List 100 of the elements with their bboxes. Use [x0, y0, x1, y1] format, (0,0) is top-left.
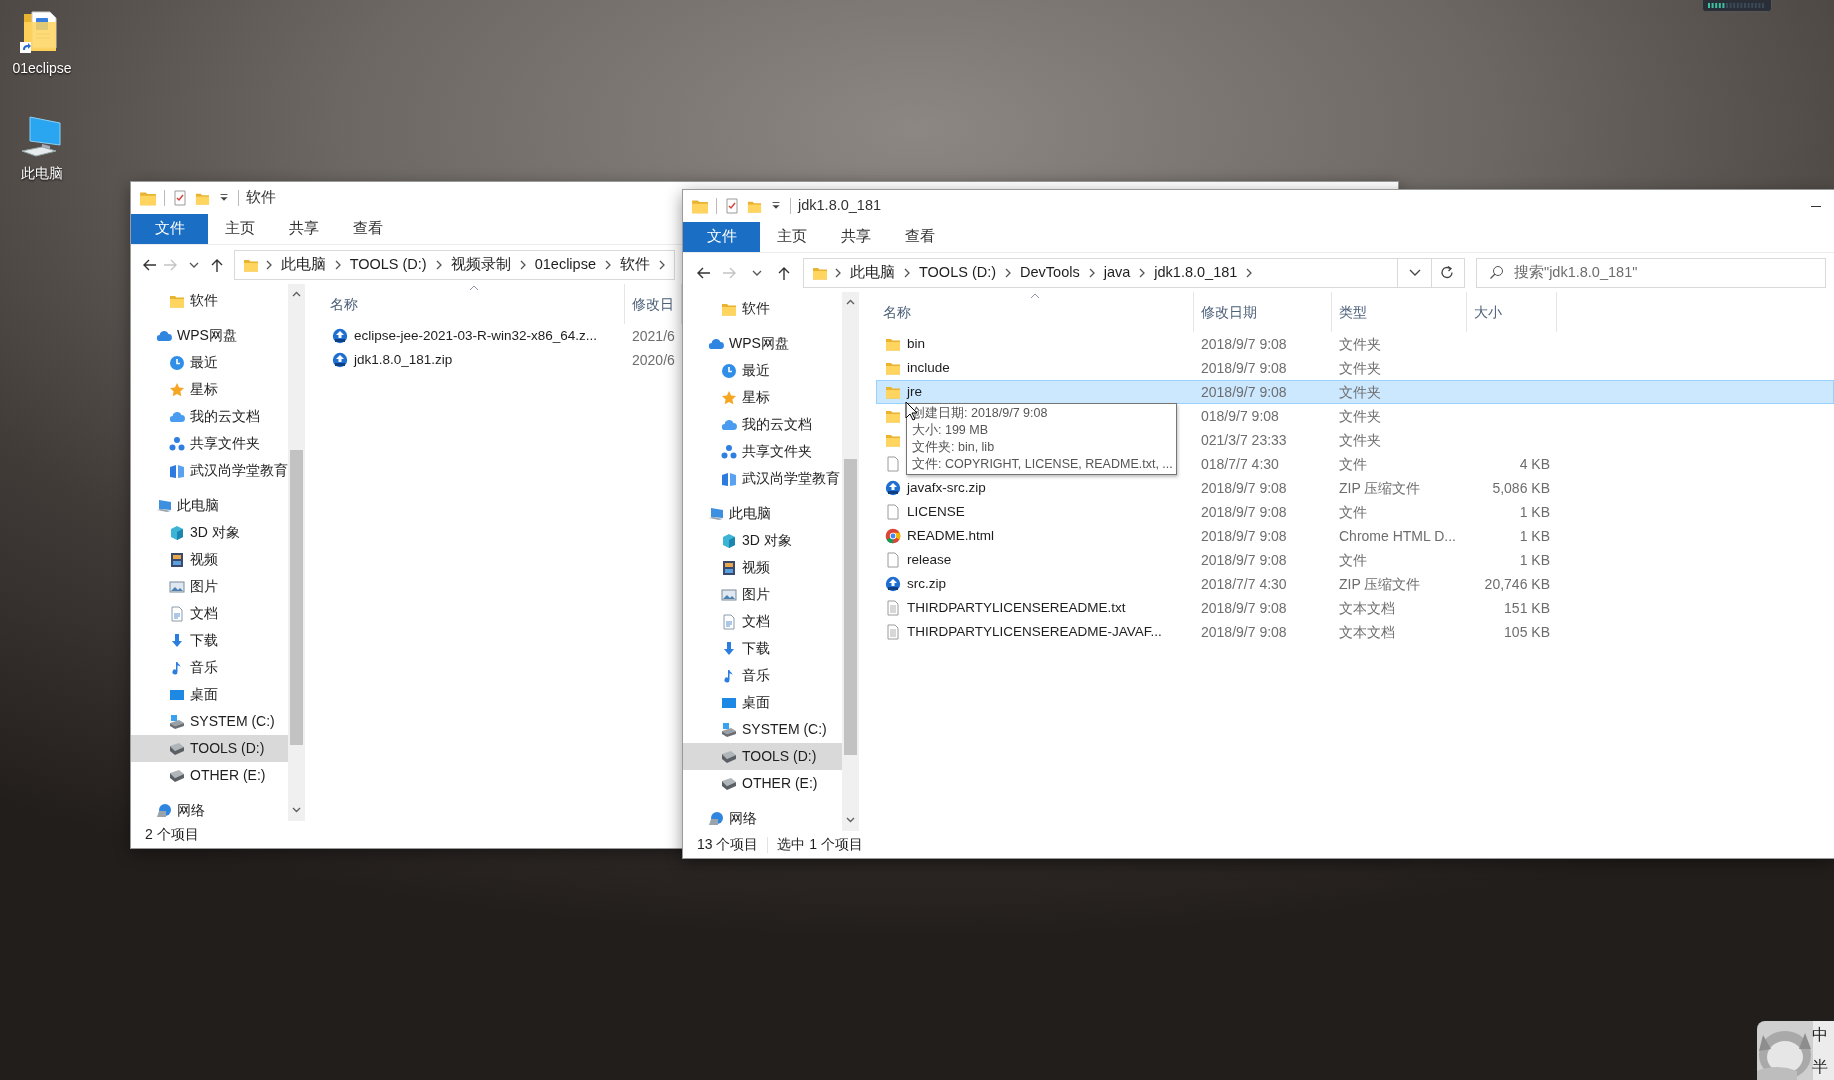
clock-icon	[721, 362, 737, 379]
nav-item[interactable]: 音乐	[131, 654, 288, 681]
chevron-icon[interactable]	[1004, 266, 1013, 279]
chevron-icon[interactable]	[603, 258, 612, 271]
nav-item[interactable]: 视频	[683, 554, 842, 581]
scrollbar[interactable]	[288, 284, 305, 821]
ribbon-tab[interactable]: 主页	[760, 222, 824, 252]
nav-item[interactable]: 软件	[131, 287, 288, 314]
scrollbar[interactable]	[842, 292, 859, 831]
column-header[interactable]: 类型	[1332, 292, 1467, 332]
nav-item[interactable]: OTHER (E:)	[131, 762, 288, 789]
nav-item[interactable]: WPS网盘	[683, 330, 842, 357]
nav-item[interactable]: 网络	[131, 797, 288, 821]
chevron-icon[interactable]	[1087, 266, 1096, 279]
breadcrumb-item[interactable]: TOOLS (D:)	[917, 261, 999, 284]
address-bar[interactable]: 此电脑 TOOLS (D:) 视频录制 01eclipse 软件	[233, 249, 675, 280]
nav-item[interactable]: 武汉尚学堂教育	[131, 457, 288, 484]
breadcrumb-item[interactable]: TOOLS (D:)	[347, 253, 429, 276]
nav-item[interactable]: TOOLS (D:)	[683, 743, 842, 770]
width-mode-text[interactable]: 半	[1812, 1059, 1828, 1075]
nav-item[interactable]: 此电脑	[683, 500, 842, 527]
file-menu-button[interactable]: 文件	[683, 222, 760, 252]
column-header[interactable]: 修改日期	[1194, 292, 1332, 332]
chevron-icon[interactable]	[903, 266, 911, 279]
desktop-icon-label[interactable]: 01eclipse	[12, 58, 72, 79]
chevron-icon[interactable]	[834, 266, 842, 279]
ribbon-tab[interactable]: 查看	[888, 222, 952, 252]
nav-item[interactable]: WPS网盘	[131, 322, 288, 349]
nav-item[interactable]: 桌面	[131, 681, 288, 708]
file-menu-button[interactable]: 文件	[131, 214, 208, 244]
nav-item[interactable]: 视频	[131, 546, 288, 573]
nodes-icon	[169, 435, 185, 452]
file-icon	[885, 552, 901, 568]
image-icon	[169, 578, 185, 595]
address-bar[interactable]: 此电脑 TOOLS (D:) DevTools java jdk1.8.0_181	[803, 257, 1432, 288]
file-name: eclipse-jee-2021-03-R-win32-x86_64.z...	[354, 326, 598, 345]
column-header[interactable]: 名称	[323, 284, 625, 324]
file-row[interactable]: jre 2018/9/7 9:08 文件夹	[876, 380, 1834, 404]
date-text: 2018/9/7 9:08	[1201, 334, 1287, 354]
nav-item[interactable]: SYSTEM (C:)	[131, 708, 288, 735]
chevron-icon[interactable]	[657, 258, 666, 271]
chevron-icon[interactable]	[264, 258, 273, 271]
nav-item[interactable]: 武汉尚学堂教育	[683, 465, 842, 492]
nav-item[interactable]: 文档	[131, 600, 288, 627]
nav-item[interactable]: 我的云文档	[131, 403, 288, 430]
ribbon-tab[interactable]: 主页	[208, 214, 272, 244]
search-field[interactable]: 搜索"jdk1.8.0_181"	[1476, 257, 1826, 288]
nav-item[interactable]: 3D 对象	[683, 527, 842, 554]
dash-icon[interactable]	[1811, 205, 1821, 207]
chevron-icon[interactable]	[333, 258, 342, 271]
search-input[interactable]: 搜索"jdk1.8.0_181"	[1514, 261, 1813, 284]
breadcrumb-item[interactable]: 01eclipse	[532, 253, 598, 276]
breadcrumb-item[interactable]: 此电脑	[848, 261, 897, 284]
nav-item[interactable]: 图片	[131, 573, 288, 600]
breadcrumb-item[interactable]: 此电脑	[278, 253, 328, 276]
nav-item[interactable]: 最近	[131, 349, 288, 376]
ribbon-tab[interactable]: 查看	[336, 214, 400, 244]
ribbon-tab[interactable]: 共享	[824, 222, 888, 252]
ribbon-tab[interactable]: 共享	[272, 214, 336, 244]
breadcrumb-item[interactable]: java	[1101, 261, 1133, 284]
nav-item[interactable]: 最近	[683, 357, 842, 384]
nav-item[interactable]: 下载	[683, 635, 842, 662]
size-text: 151 KB	[1504, 598, 1550, 618]
breadcrumb-item[interactable]: 视频录制	[448, 253, 513, 276]
chevron-icon[interactable]	[434, 258, 443, 271]
drive-icon	[721, 748, 737, 765]
nav-item[interactable]: 音乐	[683, 662, 842, 689]
nav-item[interactable]: 共享文件夹	[683, 438, 842, 465]
file-name: javafx-src.zip	[907, 478, 986, 497]
file-name: include	[907, 358, 950, 377]
chevron-icon[interactable]	[1245, 266, 1254, 279]
nav-item[interactable]: 星标	[683, 384, 842, 411]
nav-item[interactable]: 网络	[683, 805, 842, 831]
nav-item[interactable]: 软件	[683, 295, 842, 322]
nav-item[interactable]: 下载	[131, 627, 288, 654]
size-text: 4 KB	[1519, 454, 1550, 474]
date-text: 2018/9/7 9:08	[1201, 526, 1287, 546]
archive-icon	[332, 352, 348, 368]
column-header[interactable]: 大小	[1467, 292, 1557, 332]
nav-item[interactable]: 此电脑	[131, 492, 288, 519]
nav-item[interactable]: 图片	[683, 581, 842, 608]
nav-item[interactable]: 我的云文档	[683, 411, 842, 438]
type-text: 文件夹	[1339, 334, 1381, 354]
nav-item[interactable]: SYSTEM (C:)	[683, 716, 842, 743]
nav-item[interactable]: OTHER (E:)	[683, 770, 842, 797]
breadcrumb-item[interactable]: DevTools	[1018, 261, 1082, 284]
nav-item[interactable]: 文档	[683, 608, 842, 635]
desktop-icon-label[interactable]: 此电脑	[21, 163, 63, 184]
nav-item[interactable]: TOOLS (D:)	[131, 735, 288, 762]
chevron-icon[interactable]	[518, 258, 527, 271]
nav-item[interactable]: 星标	[131, 376, 288, 403]
nav-item[interactable]: 桌面	[683, 689, 842, 716]
refresh-button[interactable]	[1431, 257, 1465, 288]
nav-item[interactable]: 共享文件夹	[131, 430, 288, 457]
chevron-icon[interactable]	[1138, 266, 1147, 279]
drive-icon	[721, 775, 737, 792]
breadcrumb-item[interactable]: jdk1.8.0_181	[1152, 261, 1240, 284]
nav-item[interactable]: 3D 对象	[131, 519, 288, 546]
breadcrumb-item[interactable]: 软件	[617, 253, 652, 276]
column-header[interactable]: 名称	[876, 292, 1194, 332]
